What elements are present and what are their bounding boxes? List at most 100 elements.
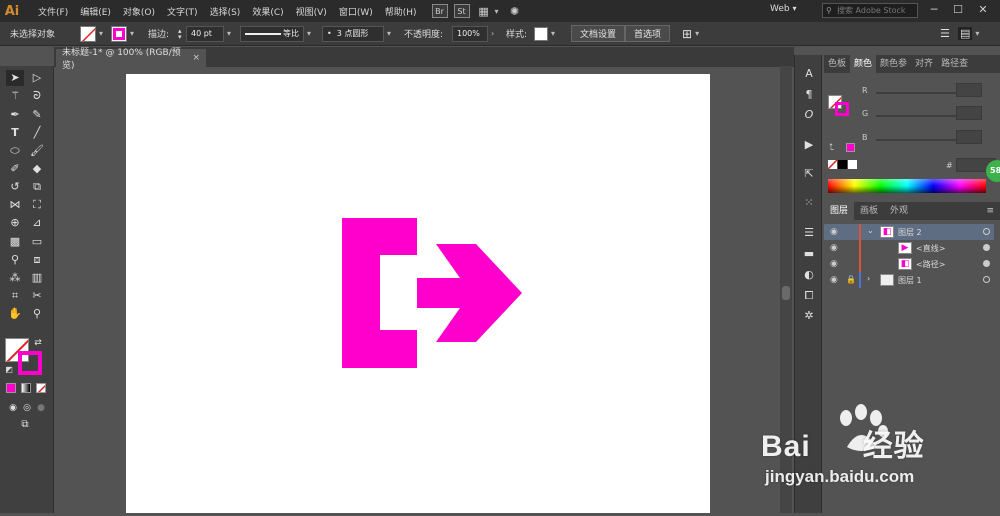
scrollbar-thumb[interactable] [782,286,790,300]
value-r-input[interactable] [956,83,982,97]
eyedropper-tool-icon[interactable]: ⚲ [6,252,24,268]
out-of-gamut-icon[interactable]: ⮤ [829,143,834,153]
close-icon[interactable]: ✕ [975,3,991,18]
stroke-color-swatch[interactable] [18,351,42,375]
tab-align[interactable]: 对齐 [911,55,937,73]
stroke-weight-input[interactable]: 40 pt [186,25,224,42]
menu-edit[interactable]: 编辑(E) [74,5,117,18]
free-transform-tool-icon[interactable]: ⛶ [28,197,46,213]
target-circle-icon[interactable] [983,228,990,235]
panel-stroke-swatch[interactable] [835,102,849,116]
opacity-input[interactable]: 100% [452,25,488,42]
shape-builder-tool-icon[interactable]: ⊕ [6,215,24,231]
pen-tool-icon[interactable]: ✒ [6,107,24,123]
arrange-panels-icon[interactable]: ▤ ▾ [958,25,979,42]
magic-wand-tool-icon[interactable]: ⚚ [6,88,24,104]
symbols-panel-icon[interactable]: ⁙ [800,195,818,211]
hand-tool-icon[interactable]: ✋ [6,306,24,322]
layer-row-layer1[interactable]: ◉ 🔒 › 图层 1 [824,272,994,288]
align-options-icon[interactable]: ⊞ ▾ [682,25,699,42]
exit-arrow-artwork[interactable] [126,74,710,513]
opentype-panel-icon[interactable]: O [800,107,818,123]
variable-width-profile[interactable]: 等比 ▾ [240,25,311,42]
none-color-chip[interactable] [828,160,837,169]
value-g-input[interactable] [956,106,982,120]
menu-effect[interactable]: 效果(C) [246,5,289,18]
visibility-eye-icon[interactable]: ◉ [830,243,838,253]
gamut-swatch[interactable] [846,143,855,152]
black-color-chip[interactable] [838,160,847,169]
target-circle-icon[interactable] [983,244,990,251]
character-panel-icon[interactable]: A [800,66,818,82]
value-b-input[interactable] [956,130,982,144]
visibility-eye-icon[interactable]: ◉ [830,259,838,269]
tab-swatches[interactable]: 色板 [824,55,850,73]
arrange-chevron-icon[interactable]: ▾ [495,7,499,16]
artboard[interactable] [126,74,710,513]
tab-color[interactable]: 颜色 [850,55,877,73]
change-screen-mode-icon[interactable]: ⧉ [16,417,34,433]
chevron-right-icon[interactable]: › [491,29,494,38]
blend-tool-icon[interactable]: ⧈ [28,252,46,268]
layer-row-path[interactable]: ◉ ◧ <路径> [824,256,994,272]
expand-chevron-icon[interactable]: ⌄ [867,226,874,235]
minimize-icon[interactable]: ─ [926,3,942,18]
slice-tool-icon[interactable]: ✂ [28,288,46,304]
swap-fill-stroke-icon[interactable]: ⇄ [33,335,43,351]
brush-definition[interactable]: • 3 点圆形 ▾ [322,25,391,42]
menu-help[interactable]: 帮助(H) [379,5,423,18]
curvature-tool-icon[interactable]: ✎ [28,107,46,123]
slider-r[interactable] [876,92,966,94]
paintbrush-tool-icon[interactable]: 🖌 [28,143,46,159]
gradient-tool-icon[interactable]: ▭ [28,234,46,250]
color-spectrum[interactable] [828,179,986,193]
tab-artboards[interactable]: 画板 [854,202,884,220]
direct-selection-tool-icon[interactable]: ▷ [28,70,46,86]
export-panel-icon[interactable]: ⇱ [800,166,818,182]
tab-layers[interactable]: 图层 [824,202,855,220]
panel-menu-icon[interactable]: ☰ [940,25,950,42]
asset-export-icon[interactable]: ✲ [800,308,818,324]
arrow-shape[interactable] [417,244,522,342]
symbol-sprayer-tool-icon[interactable]: ⁂ [6,270,24,286]
bracket-shape[interactable] [342,218,417,368]
chevron-down-icon[interactable]: ▾ [227,29,231,38]
lock-icon[interactable]: 🔒 [846,275,856,284]
links-panel-icon[interactable]: ⧠ [800,288,818,304]
document-tab[interactable]: 未标题-1* @ 100% (RGB/预览) × [56,48,206,71]
fill-swatch[interactable]: ▾ [80,25,103,42]
white-color-chip[interactable] [848,160,857,169]
default-colors-icon[interactable]: ◩ [4,362,14,378]
stroke-panel-icon[interactable]: ☰ [800,225,818,241]
visibility-eye-icon[interactable]: ◉ [830,275,838,285]
menu-view[interactable]: 视图(V) [290,5,333,18]
menu-file[interactable]: 文件(F) [32,5,74,18]
rotate-tool-icon[interactable]: ↺ [6,179,24,195]
type-tool-icon[interactable]: T [6,125,24,141]
slider-b[interactable] [876,139,966,141]
mesh-tool-icon[interactable]: ▩ [6,234,24,250]
gpu-performance-icon[interactable]: ✺ [507,4,523,18]
maximize-icon[interactable]: ☐ [950,3,966,18]
stroke-weight-stepper[interactable]: ▴ ▾ 40 pt ▾ [178,25,231,42]
tab-pathfinder[interactable]: 路径查 [937,55,972,73]
selection-tool-icon[interactable]: ➤ [6,70,24,86]
bridge-button[interactable]: Br [431,4,448,18]
opacity-control[interactable]: 100% › [452,25,494,42]
workspace-switcher[interactable]: Web ▾ [770,4,797,14]
width-tool-icon[interactable]: ⋈ [6,197,24,213]
tab-appearance[interactable]: 外观 [884,202,914,220]
document-setup-button[interactable]: 文档设置 [571,25,626,42]
scale-tool-icon[interactable]: ⧉ [28,179,46,195]
perspective-grid-tool-icon[interactable]: ⊿ [28,215,46,231]
column-graph-tool-icon[interactable]: ▥ [28,270,46,286]
preferences-button[interactable]: 首选项 [625,25,671,42]
ellipse-tool-icon[interactable]: ⬭ [6,143,24,159]
stepper-arrows-icon[interactable]: ▴ ▾ [178,27,186,40]
tab-color-guide[interactable]: 颜色参 [876,55,911,73]
zoom-tool-icon[interactable]: ⚲ [28,306,46,322]
layer-row-layer2[interactable]: ◉ ⌄ ◧ 图层 2 [824,224,994,240]
shaper-tool-icon[interactable]: ✐ [6,161,24,177]
graphic-style-picker[interactable]: ▾ [534,25,555,42]
transparency-panel-icon[interactable]: ◐ [800,267,818,283]
